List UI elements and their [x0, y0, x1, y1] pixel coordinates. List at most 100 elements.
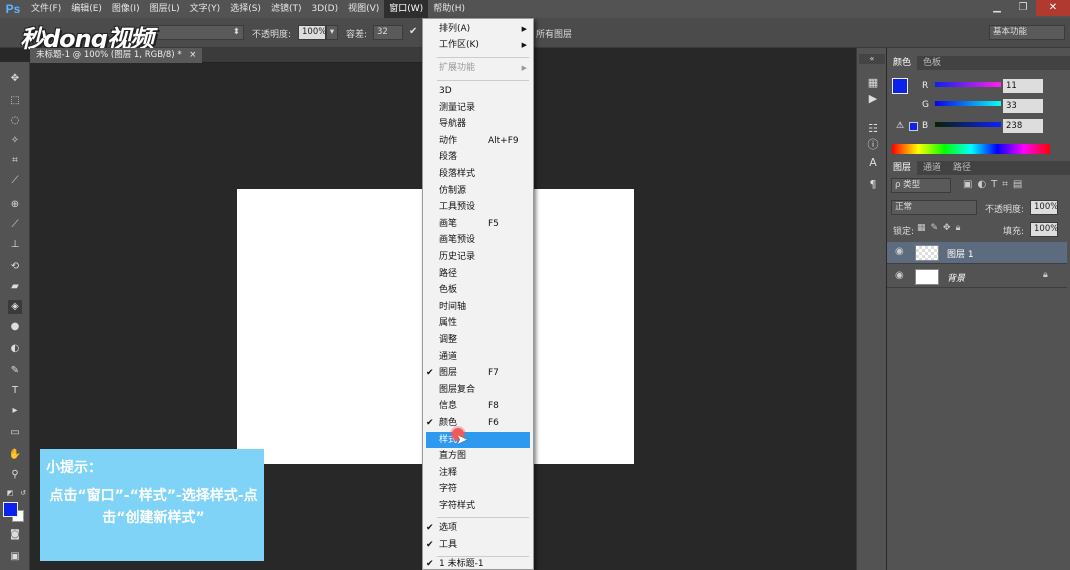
menu-item[interactable]: 通道 — [423, 349, 533, 365]
character-panel-icon[interactable]: A — [866, 156, 880, 170]
layer-row[interactable]: ◉ 图层 1 — [887, 242, 1067, 264]
layer-name[interactable]: 背景 — [947, 271, 965, 284]
g-slider[interactable] — [935, 101, 1001, 106]
menu-file[interactable]: 文件(F) — [26, 0, 66, 18]
magic-wand-icon[interactable]: ✧ — [8, 134, 22, 148]
type-tool-icon[interactable]: T — [8, 384, 22, 398]
menu-window[interactable]: 窗口(W) — [384, 0, 429, 18]
menu-item[interactable]: ✔ 图层 F7 — [423, 365, 533, 381]
r-slider[interactable] — [935, 82, 1001, 87]
menu-item-extensions[interactable]: 扩展功能 ▶ — [423, 60, 533, 76]
actions-panel-icon[interactable]: ▶ — [866, 92, 880, 106]
lasso-tool-icon[interactable]: ◌ — [8, 114, 22, 128]
menu-type[interactable]: 文字(Y) — [185, 0, 226, 18]
menu-item[interactable]: 信息 F8 — [423, 398, 533, 414]
swap-colors-icon[interactable]: ↺ — [16, 486, 30, 500]
crop-tool-icon[interactable]: ⌗ — [8, 154, 22, 168]
menu-item[interactable]: 注释 — [423, 465, 533, 481]
menu-item[interactable]: 直方图 — [423, 448, 533, 464]
layer-filter-icons[interactable]: ▣◐T⌗▤ — [963, 179, 1027, 190]
path-select-icon[interactable]: ▸ — [8, 404, 22, 418]
healing-brush-icon[interactable]: ⊕ — [8, 198, 22, 212]
collapse-dock-icon[interactable]: « — [859, 54, 885, 64]
menu-item[interactable]: 字符 — [423, 481, 533, 497]
fill-input[interactable]: 100% — [1030, 222, 1058, 237]
blend-mode-select[interactable]: 正常 — [891, 200, 977, 215]
move-tool-icon[interactable]: ✥ — [8, 72, 22, 86]
menu-3d[interactable]: 3D(D) — [306, 0, 343, 18]
history-panel-icon[interactable]: ▦ — [866, 76, 880, 90]
document-tab[interactable]: 未标题-1 @ 100% (图层 1, RGB/8) * × — [30, 48, 203, 63]
restore-button[interactable]: ❐ — [1010, 0, 1036, 16]
fg-color-chip[interactable] — [892, 78, 908, 94]
tab-layers[interactable]: 图层 — [887, 161, 918, 175]
history-brush-icon[interactable]: ⟲ — [8, 260, 22, 274]
menu-item[interactable]: 导航器 — [423, 116, 533, 132]
menu-item[interactable]: 历史记录 — [423, 249, 533, 265]
opacity-dropdown-icon[interactable]: ▾ — [326, 25, 338, 40]
color-spectrum[interactable] — [892, 144, 1050, 154]
menu-item-workspace[interactable]: 工作区(K) ▶ — [423, 37, 533, 53]
tab-channels[interactable]: 通道 — [917, 161, 947, 175]
stamp-tool-icon[interactable]: ⊥ — [8, 238, 22, 252]
eraser-tool-icon[interactable]: ▰ — [8, 280, 22, 294]
menu-view[interactable]: 视图(V) — [343, 0, 384, 18]
eye-icon[interactable]: ◉ — [895, 270, 904, 281]
b-value[interactable]: 238 — [1003, 119, 1043, 133]
layer-opacity-input[interactable]: 100% — [1030, 200, 1058, 215]
menu-item[interactable]: 路径 — [423, 266, 533, 282]
lock-icons[interactable]: ▦✎✥🔒︎ — [917, 223, 965, 233]
close-icon[interactable]: × — [189, 50, 196, 60]
menu-item[interactable]: 段落 — [423, 149, 533, 165]
menu-item[interactable]: 仿制源 — [423, 183, 533, 199]
workspace-select[interactable]: 基本功能 — [989, 25, 1065, 40]
zoom-tool-icon[interactable]: ⚲ — [8, 468, 22, 482]
menu-item-document[interactable]: ✔ 1 未标题-1 — [423, 558, 533, 570]
eyedropper-icon[interactable]: ⟋ — [8, 174, 22, 188]
blur-tool-icon[interactable]: ● — [8, 320, 22, 334]
close-button[interactable]: ✕ — [1036, 0, 1070, 16]
menu-item[interactable]: 字符样式 — [423, 498, 533, 514]
foreground-color-swatch[interactable] — [3, 502, 18, 517]
menu-item[interactable]: 图层复合 — [423, 382, 533, 398]
tab-paths[interactable]: 路径 — [947, 161, 977, 175]
menu-item[interactable]: 样式 — [426, 431, 530, 448]
screen-mode-icon[interactable]: ▣ — [8, 550, 22, 564]
menu-item[interactable]: 属性 — [423, 315, 533, 331]
tab-color[interactable]: 颜色 — [887, 56, 918, 70]
pen-tool-icon[interactable]: ✎ — [8, 364, 22, 378]
menu-item[interactable]: ✔ 颜色 F6 — [423, 415, 533, 431]
menu-help[interactable]: 帮助(H) — [428, 0, 470, 18]
menu-select[interactable]: 选择(S) — [225, 0, 266, 18]
minimize-button[interactable]: ▁ — [984, 0, 1010, 16]
menu-item[interactable]: 时间轴 — [423, 299, 533, 315]
menu-item[interactable]: 色板 — [423, 282, 533, 298]
g-value[interactable]: 33 — [1003, 99, 1043, 113]
mode-select[interactable]: ⬍ — [140, 25, 244, 40]
opacity-input[interactable]: 100% — [298, 25, 326, 40]
quick-mask-icon[interactable]: ◙ — [8, 528, 22, 542]
menu-edit[interactable]: 编辑(E) — [66, 0, 107, 18]
menu-item-options[interactable]: ✔ 选项 — [423, 520, 533, 536]
layer-filter-select[interactable]: ρ 类型 — [891, 178, 951, 193]
default-colors-icon[interactable]: ◩ — [3, 486, 17, 500]
gamut-warning-icon[interactable]: ⚠ — [896, 121, 904, 131]
menu-item[interactable]: 段落样式 — [423, 166, 533, 182]
brush-tool-icon[interactable]: ⟋ — [8, 218, 22, 232]
hand-tool-icon[interactable]: ✋ — [8, 448, 22, 462]
dodge-tool-icon[interactable]: ◐ — [8, 342, 22, 356]
menu-item-arrange[interactable]: 排列(A) ▶ — [423, 21, 533, 37]
menu-filter[interactable]: 滤镜(T) — [266, 0, 307, 18]
menu-item[interactable]: 调整 — [423, 332, 533, 348]
menu-item[interactable]: 工具预设 — [423, 199, 533, 215]
menu-item[interactable]: 动作 Alt+F9 — [423, 133, 533, 149]
websafe-color-chip[interactable] — [909, 122, 918, 131]
menu-item[interactable]: 画笔预设 — [423, 232, 533, 248]
properties-panel-icon[interactable]: ☷ — [866, 122, 880, 136]
layer-row[interactable]: ◉ 背景 🔒︎ — [887, 266, 1067, 288]
eye-icon[interactable]: ◉ — [895, 246, 904, 257]
b-slider[interactable] — [935, 122, 1001, 127]
menu-item[interactable]: 3D — [423, 83, 533, 99]
menu-item[interactable]: 测量记录 — [423, 100, 533, 116]
paragraph-panel-icon[interactable]: ¶ — [866, 178, 880, 192]
